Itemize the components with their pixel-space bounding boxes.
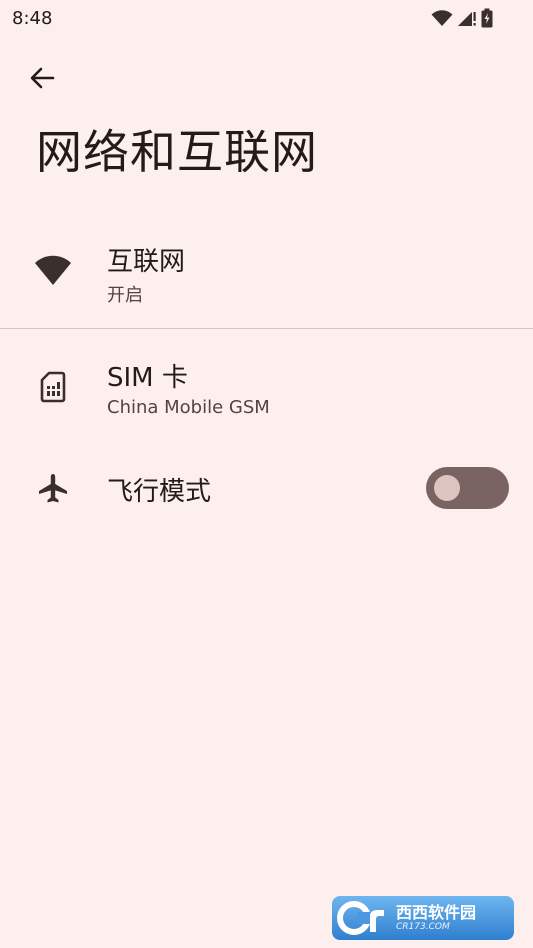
status-time: 8:48 — [12, 8, 53, 29]
watermark-logo: 西西软件园 CR173.COM — [332, 896, 514, 940]
sim-card-icon — [32, 366, 74, 408]
status-bar: 8:48 — [0, 0, 533, 36]
internet-row[interactable]: 互联网 开启 — [0, 228, 533, 328]
page-title: 网络和互联网 — [36, 125, 318, 179]
status-icons — [431, 7, 493, 29]
airplane-mode-title: 飞行模式 — [107, 477, 212, 507]
airplane-mode-toggle[interactable] — [426, 467, 509, 509]
internet-title: 互联网 — [107, 247, 186, 277]
sim-card-title: SIM 卡 — [107, 363, 188, 393]
wifi-icon — [32, 250, 74, 292]
sim-card-row[interactable]: SIM 卡 China Mobile GSM — [0, 340, 533, 436]
signal-icon — [458, 12, 476, 26]
watermark-text-group: 西西软件园 CR173.COM — [396, 903, 477, 933]
toggle-thumb — [434, 475, 460, 501]
divider — [0, 328, 533, 329]
back-button[interactable] — [22, 58, 62, 98]
watermark-site: CR173.COM — [396, 922, 450, 932]
watermark-cr-icon — [332, 896, 396, 940]
wifi-icon — [431, 10, 453, 26]
watermark-brand: 西西软件园 — [396, 903, 477, 922]
airplane-icon — [32, 467, 74, 509]
sim-card-subtitle: China Mobile GSM — [107, 397, 270, 418]
back-arrow-icon — [30, 67, 55, 89]
battery-icon — [481, 8, 493, 28]
internet-subtitle: 开启 — [107, 285, 143, 306]
